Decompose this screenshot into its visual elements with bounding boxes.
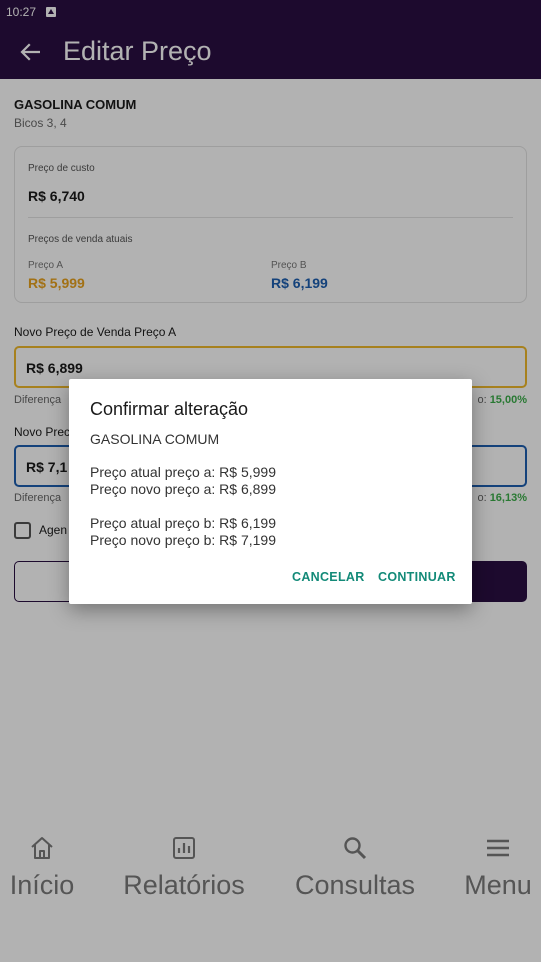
dialog-current-price-b: Preço atual preço b: R$ 6,199 <box>90 515 277 531</box>
dialog-current-price-a: Preço atual preço a: R$ 5,999 <box>90 464 277 480</box>
cancel-button[interactable]: CANCELAR <box>292 570 365 584</box>
dialog-new-price-b: Preço novo preço b: R$ 7,199 <box>90 532 277 548</box>
dialog-new-price-a: Preço novo preço a: R$ 6,899 <box>90 481 277 497</box>
dialog-title: Confirmar alteração <box>90 399 249 419</box>
confirm-dialog: Confirmar alteração GASOLINA COMUM Preço… <box>69 379 472 604</box>
dialog-fuel-name: GASOLINA COMUM <box>90 431 220 447</box>
continue-button[interactable]: CONTINUAR <box>378 570 456 584</box>
